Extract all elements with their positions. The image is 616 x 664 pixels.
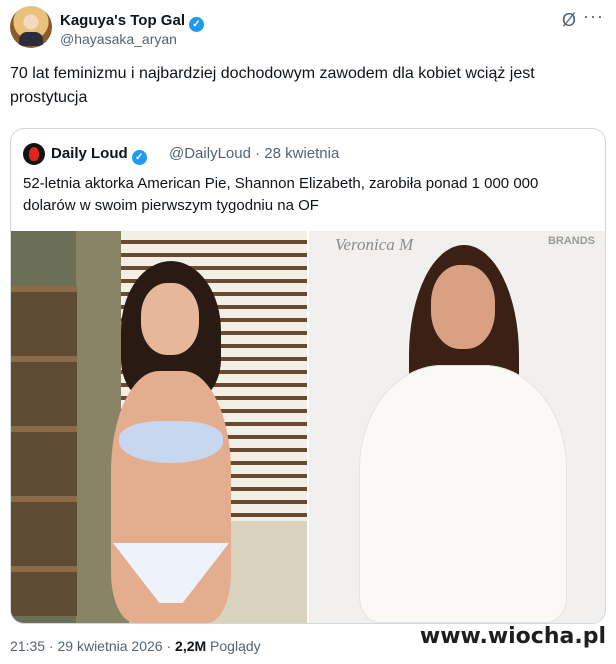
face [431,265,495,349]
author-handle[interactable]: @hayasaka_aryan [60,31,177,47]
tweet-meta: 21:35 · 29 kwietnia 2026 · 2,2M Poglądy [10,638,261,654]
white-blouse [359,365,567,623]
bookshelf [11,286,77,616]
verified-badge-icon: ✓ [131,150,147,165]
site-watermark: www.wiocha.pl [419,624,606,649]
more-options-icon[interactable]: ··· [583,6,604,27]
woman-figure-left [71,261,271,623]
quoted-author-name[interactable]: Daily Loud [51,145,128,162]
woman-figure-right [339,245,579,623]
quoted-author-avatar[interactable] [23,143,45,165]
quoted-handle-date[interactable]: @DailyLoud · 28 kwietnia [169,145,339,162]
tweet-date[interactable]: 29 kwietnia 2026 [58,638,163,654]
tweet-header: Kaguya's Top Gal ✓ @hayasaka_aryan Ø ··· [10,6,606,50]
verified-badge-icon: ✓ [188,17,204,32]
views-label: Poglądy [210,638,261,654]
author-avatar[interactable] [10,6,52,48]
photo-left[interactable] [11,231,307,623]
tweet-text: 70 lat feminizmu i najbardziej dochodowy… [10,65,535,106]
face [141,283,199,355]
grok-icon[interactable]: Ø [562,10,576,31]
bra [119,421,223,463]
views-count: 2,2M [175,638,207,654]
quoted-tweet-text: 52-letnia aktorka American Pie, Shannon … [23,175,539,214]
photo-right[interactable]: Veronica M BRANDS [309,231,605,623]
author-name[interactable]: Kaguya's Top Gal [60,12,185,29]
author-name-row[interactable]: Kaguya's Top Gal ✓ [60,12,204,32]
quoted-tweet[interactable]: Daily Loud ✓ @DailyLoud · 28 kwietnia 52-… [10,128,606,624]
tweet-time[interactable]: 21:35 [10,638,45,654]
quoted-author-name-row[interactable]: Daily Loud ✓ [51,145,147,165]
